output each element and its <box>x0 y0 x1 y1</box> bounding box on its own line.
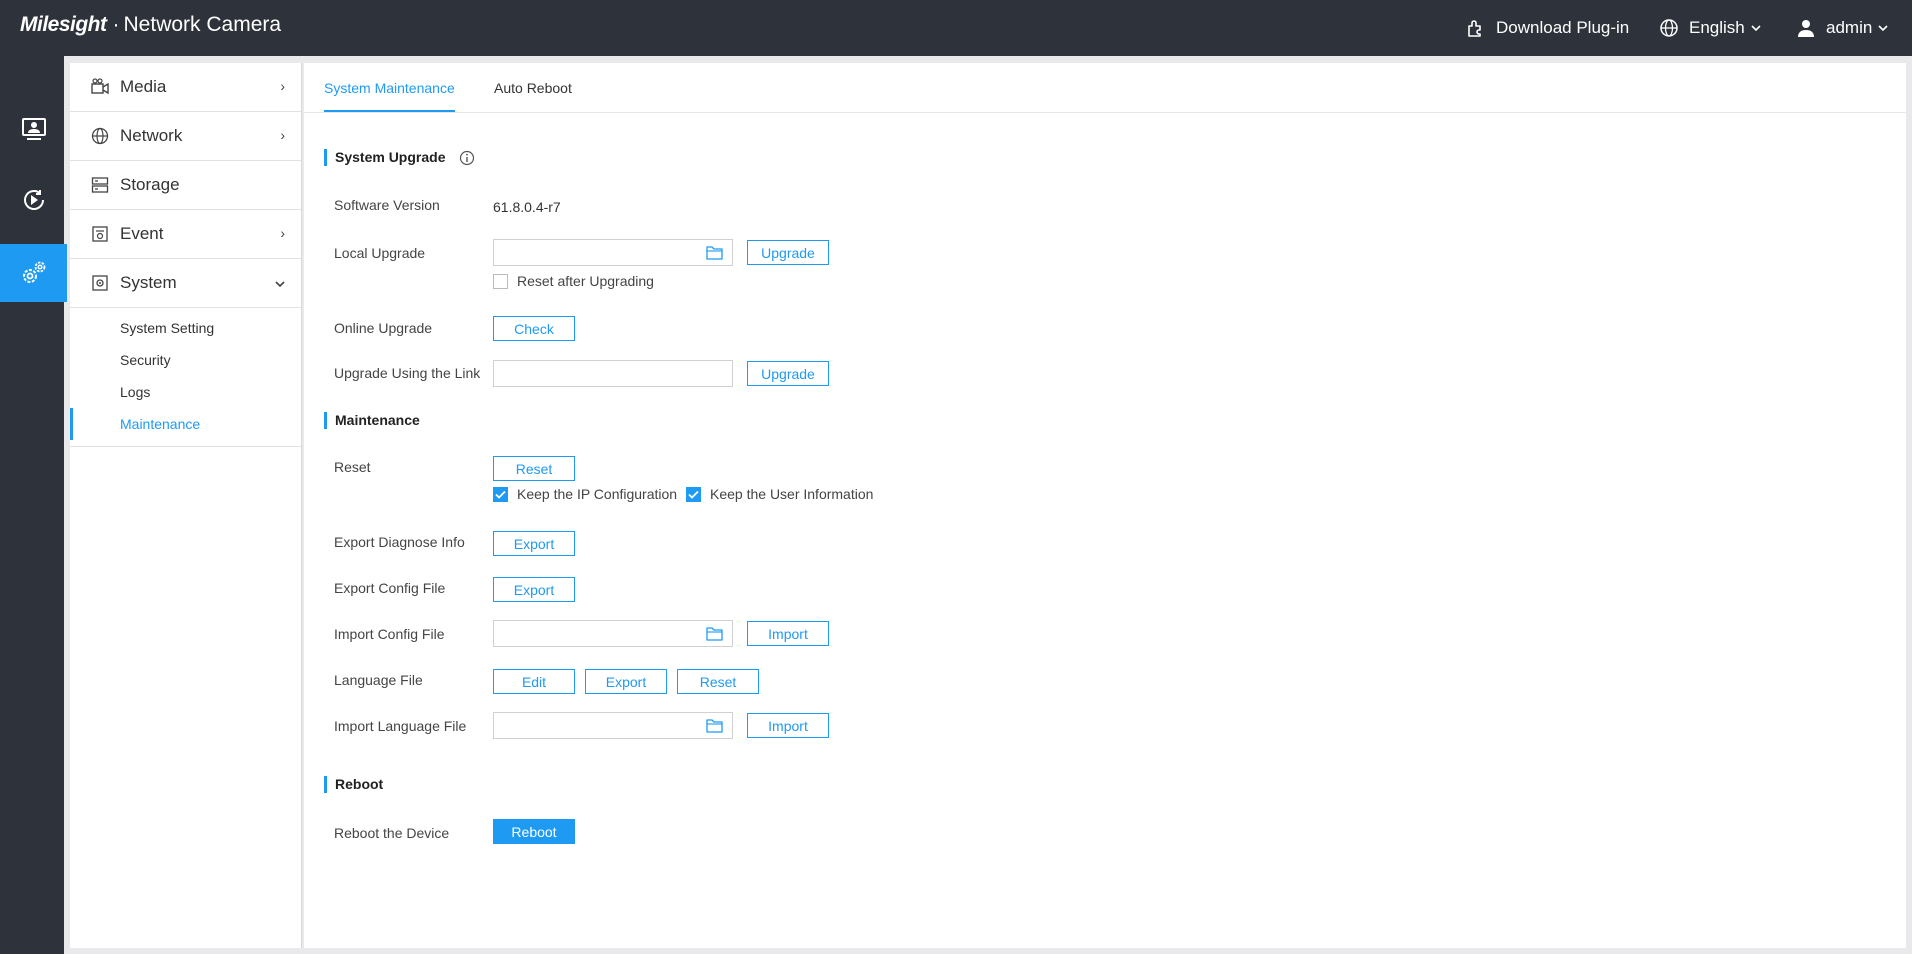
icon-rail <box>0 56 67 954</box>
storage-icon <box>90 175 110 195</box>
menu-item-event[interactable]: Event › <box>70 210 301 259</box>
language-export-button[interactable]: Export <box>585 669 667 694</box>
user-icon <box>1798 20 1814 37</box>
keep-ip-checkbox[interactable]: Keep the IP Configuration <box>493 486 677 502</box>
globe-icon <box>1660 19 1678 37</box>
section-maintenance: Maintenance <box>324 412 420 429</box>
local-upgrade-label: Local Upgrade <box>334 245 426 261</box>
section-title: System Upgrade <box>335 149 446 165</box>
chevron-right-icon: › <box>280 225 285 241</box>
folder-icon[interactable] <box>706 245 723 260</box>
main-content: System Maintenance Auto Reboot System Up… <box>304 63 1906 948</box>
reset-label: Reset <box>334 459 371 475</box>
language-label: English <box>1689 18 1745 37</box>
chevron-down-icon <box>1878 25 1888 32</box>
tab-auto-reboot[interactable]: Auto Reboot <box>494 80 572 110</box>
menu-item-media[interactable]: Media › <box>70 63 301 112</box>
check-icon <box>495 490 506 499</box>
software-version-value: 61.8.0.4-r7 <box>493 199 561 215</box>
app-logo: Milesight · Network Camera <box>20 13 281 37</box>
user-menu[interactable]: admin <box>1796 0 1898 56</box>
link-upgrade-button[interactable]: Upgrade <box>747 361 829 386</box>
submenu-system-setting[interactable]: System Setting <box>70 312 301 344</box>
folder-icon[interactable] <box>706 626 723 641</box>
export-config-label: Export Config File <box>334 580 446 596</box>
submenu-security[interactable]: Security <box>70 344 301 376</box>
puzzle-icon <box>1468 20 1481 37</box>
export-diagnose-label: Export Diagnose Info <box>334 534 465 550</box>
chevron-right-icon: › <box>280 127 285 143</box>
menu-item-network[interactable]: Network › <box>70 112 301 161</box>
section-reboot: Reboot <box>324 776 383 793</box>
checkbox-box[interactable] <box>493 486 508 502</box>
import-config-button[interactable]: Import <box>747 621 829 646</box>
tab-system-maintenance[interactable]: System Maintenance <box>324 80 455 112</box>
logo-separator: · <box>112 13 120 36</box>
menu-item-system[interactable]: System <box>70 259 301 308</box>
logo-brand: Milesight <box>20 13 107 36</box>
language-edit-button[interactable]: Edit <box>493 669 575 694</box>
live-view-icon <box>21 118 46 140</box>
download-plugin-link[interactable]: Download Plug-in <box>1466 0 1629 56</box>
event-icon <box>90 224 110 244</box>
import-config-file-input[interactable] <box>493 620 733 647</box>
checkbox-label: Reset after Upgrading <box>517 273 654 289</box>
reset-after-upgrading-checkbox[interactable]: Reset after Upgrading <box>493 273 654 289</box>
keep-user-checkbox[interactable]: Keep the User Information <box>686 486 873 502</box>
menu-item-label: Storage <box>120 175 180 194</box>
menu-item-label: Media <box>120 77 167 96</box>
system-icon <box>90 273 110 293</box>
chevron-down-icon <box>1751 25 1761 32</box>
playback-icon <box>23 190 44 210</box>
checkbox-box[interactable] <box>493 273 508 289</box>
local-upgrade-button[interactable]: Upgrade <box>747 240 829 265</box>
language-select[interactable]: English <box>1659 0 1771 56</box>
user-label: admin <box>1826 18 1873 37</box>
checkbox-box[interactable] <box>686 486 701 502</box>
import-config-label: Import Config File <box>334 626 445 642</box>
rail-live-view[interactable] <box>0 100 67 158</box>
submenu-maintenance[interactable]: Maintenance <box>70 408 301 440</box>
folder-icon[interactable] <box>706 718 723 733</box>
check-button[interactable]: Check <box>493 316 575 341</box>
local-upgrade-file-input[interactable] <box>493 239 733 266</box>
check-icon <box>688 490 699 499</box>
reset-button[interactable]: Reset <box>493 456 575 481</box>
import-language-file-input[interactable] <box>493 712 733 739</box>
chevron-down-icon <box>275 275 285 291</box>
logo-product: Network Camera <box>123 13 282 36</box>
rail-playback[interactable] <box>0 171 67 229</box>
menu-item-label: Event <box>120 224 164 243</box>
software-version-label: Software Version <box>334 197 440 213</box>
reboot-button[interactable]: Reboot <box>493 819 575 844</box>
language-reset-button[interactable]: Reset <box>677 669 759 694</box>
chevron-right-icon: › <box>280 78 285 94</box>
reboot-device-label: Reboot the Device <box>334 825 450 841</box>
globe-icon <box>90 126 110 146</box>
checkbox-label: Keep the User Information <box>710 486 874 502</box>
upgrade-link-label: Upgrade Using the Link <box>334 365 481 381</box>
import-language-label: Import Language File <box>334 718 467 734</box>
menu-item-label: Network <box>120 126 183 145</box>
settings-menu: Media › Network › Storage Event › System… <box>70 63 302 948</box>
rail-settings[interactable] <box>0 244 67 302</box>
system-submenu: System Setting Security Logs Maintenance <box>70 308 301 447</box>
menu-item-storage[interactable]: Storage <box>70 161 301 210</box>
info-icon[interactable] <box>459 150 475 166</box>
submenu-logs[interactable]: Logs <box>70 376 301 408</box>
import-language-button[interactable]: Import <box>747 713 829 738</box>
checkbox-label: Keep the IP Configuration <box>517 486 678 502</box>
download-plugin-label: Download Plug-in <box>1496 18 1630 37</box>
media-icon <box>90 77 110 97</box>
top-bar: Milesight · Network Camera Download Plug… <box>0 0 1912 56</box>
tab-bar: System Maintenance Auto Reboot <box>304 63 1906 113</box>
language-file-label: Language File <box>334 672 423 688</box>
export-diagnose-button[interactable]: Export <box>493 531 575 556</box>
menu-item-label: System <box>120 273 177 292</box>
section-system-upgrade: System Upgrade <box>324 149 475 166</box>
settings-icon <box>22 261 45 283</box>
export-config-button[interactable]: Export <box>493 577 575 602</box>
upgrade-link-input[interactable] <box>493 360 733 387</box>
online-upgrade-label: Online Upgrade <box>334 320 433 336</box>
